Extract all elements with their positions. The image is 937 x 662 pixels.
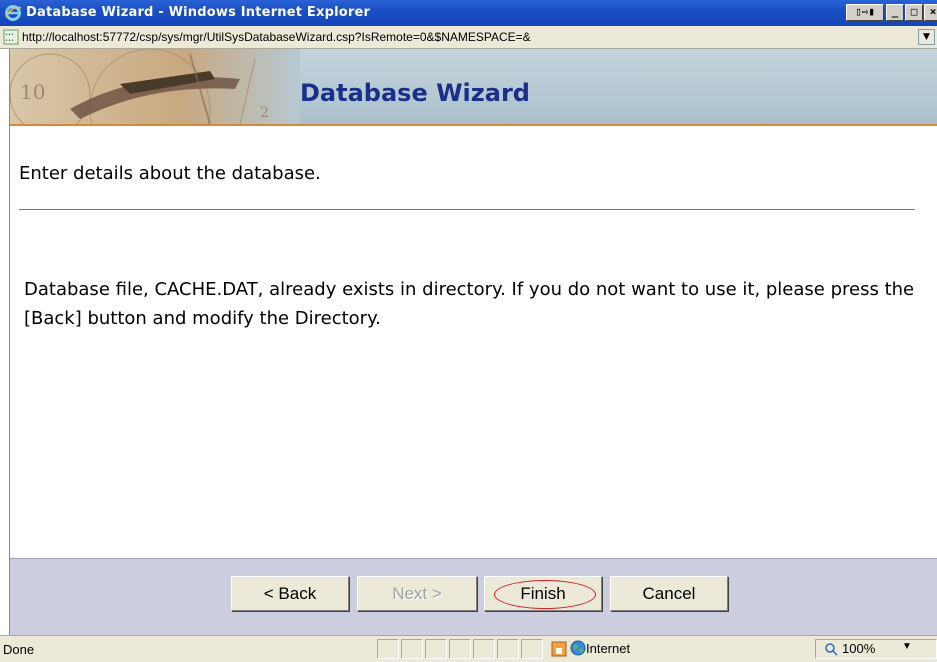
next-button: Next > [357, 576, 477, 611]
zoom-dropdown-icon[interactable]: ▼ [902, 641, 912, 652]
close-button[interactable]: × [924, 4, 937, 21]
internet-zone-globe-icon [570, 640, 586, 656]
intro-text: Enter details about the database. [19, 163, 321, 184]
svg-text:•••: ••• [5, 38, 14, 44]
protected-mode-lock-icon[interactable] [551, 641, 567, 657]
status-panel [497, 639, 519, 659]
wizard-title: Database Wizard [300, 79, 530, 107]
wizard-content: 10 2 Database Wizard Enter details about… [9, 49, 937, 636]
status-panel [377, 639, 399, 659]
window-title-bar: Database Wizard - Windows Internet Explo… [0, 0, 937, 26]
status-panel [401, 639, 423, 659]
switch-view-button[interactable]: ▯⇨▮ [846, 4, 884, 21]
svg-text:10: 10 [20, 80, 45, 104]
status-panel [425, 639, 447, 659]
divider [19, 209, 915, 210]
address-dropdown-button[interactable]: ▼ [918, 29, 935, 45]
csp-page-icon: ••• ••• [3, 29, 19, 45]
status-bar: Done Internet 100% ▼ [0, 635, 937, 662]
address-bar: ••• ••• http://localhost:57772/csp/sys/m… [0, 26, 937, 49]
wizard-header-banner: 10 2 Database Wizard [10, 49, 937, 126]
cancel-button[interactable]: Cancel [610, 576, 728, 611]
finish-button[interactable]: Finish [484, 576, 602, 611]
minimize-button[interactable]: _ [886, 4, 904, 21]
window-title: Database Wizard - Windows Internet Explo… [26, 5, 371, 20]
wizard-logo-image: 10 2 [10, 49, 300, 124]
zoom-magnifier-icon [825, 643, 838, 656]
svg-text:2: 2 [260, 105, 269, 121]
status-panel [473, 639, 495, 659]
status-panel [521, 639, 543, 659]
address-url[interactable]: http://localhost:57772/csp/sys/mgr/UtilS… [22, 30, 531, 44]
status-panel [449, 639, 471, 659]
zoom-level[interactable]: 100% [842, 641, 875, 656]
status-text: Done [3, 642, 35, 657]
maximize-button[interactable]: □ [905, 4, 923, 21]
wizard-button-bar: < Back Next > Finish Cancel [10, 558, 937, 636]
security-zone-label[interactable]: Internet [586, 641, 630, 656]
internet-explorer-icon [5, 5, 22, 21]
back-button[interactable]: < Back [231, 576, 349, 611]
warning-message: Database file, CACHE.DAT, already exists… [24, 279, 915, 329]
